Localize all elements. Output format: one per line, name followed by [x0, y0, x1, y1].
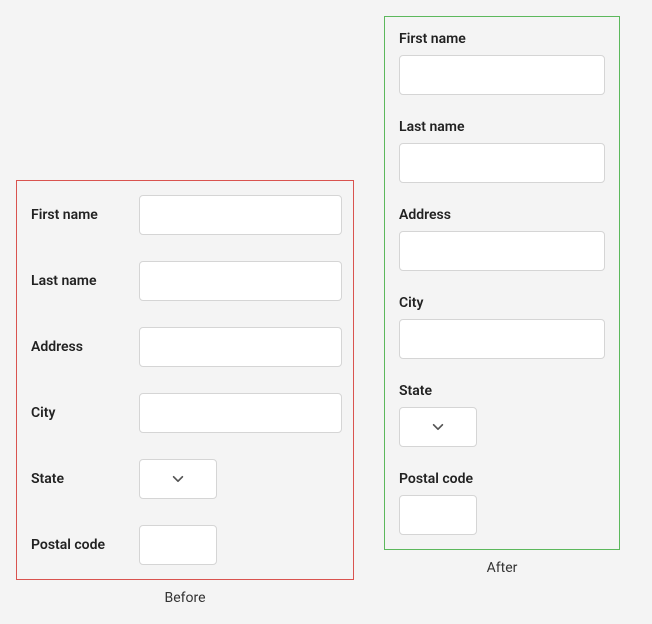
- form-row-postal-code: Postal code: [31, 525, 339, 565]
- form-row-last-name: Last name: [399, 119, 605, 183]
- form-row-first-name: First name: [399, 31, 605, 95]
- last-name-input[interactable]: [139, 261, 342, 301]
- form-row-state: State: [399, 383, 605, 447]
- state-select[interactable]: [139, 459, 217, 499]
- city-label: City: [31, 405, 139, 421]
- form-row-last-name: Last name: [31, 261, 339, 301]
- first-name-label: First name: [31, 207, 139, 223]
- state-label: State: [399, 383, 605, 399]
- city-input[interactable]: [139, 393, 342, 433]
- address-label: Address: [399, 207, 605, 223]
- form-row-city: City: [399, 295, 605, 359]
- city-input[interactable]: [399, 319, 605, 359]
- address-input[interactable]: [399, 231, 605, 271]
- form-row-address: Address: [399, 207, 605, 271]
- state-label: State: [31, 471, 139, 487]
- postal-code-label: Postal code: [399, 471, 605, 487]
- city-label: City: [399, 295, 605, 311]
- before-panel: First name Last name Address City State: [16, 180, 354, 580]
- form-row-first-name: First name: [31, 195, 339, 235]
- chevron-down-icon: [171, 472, 185, 486]
- form-row-address: Address: [31, 327, 339, 367]
- postal-code-input[interactable]: [139, 525, 217, 565]
- first-name-input[interactable]: [139, 195, 342, 235]
- state-select[interactable]: [399, 407, 477, 447]
- after-panel: First name Last name Address City State: [384, 16, 620, 550]
- after-caption: After: [487, 560, 518, 576]
- form-row-postal-code: Postal code: [399, 471, 605, 535]
- postal-code-input[interactable]: [399, 495, 477, 535]
- form-row-city: City: [31, 393, 339, 433]
- last-name-label: Last name: [31, 273, 139, 289]
- address-label: Address: [31, 339, 139, 355]
- address-input[interactable]: [139, 327, 342, 367]
- last-name-input[interactable]: [399, 143, 605, 183]
- last-name-label: Last name: [399, 119, 605, 135]
- postal-code-label: Postal code: [31, 537, 139, 553]
- first-name-label: First name: [399, 31, 605, 47]
- chevron-down-icon: [431, 420, 445, 434]
- before-panel-wrapper: First name Last name Address City State: [16, 16, 354, 606]
- first-name-input[interactable]: [399, 55, 605, 95]
- before-caption: Before: [164, 590, 205, 606]
- form-row-state: State: [31, 459, 339, 499]
- after-panel-wrapper: First name Last name Address City State: [384, 16, 620, 576]
